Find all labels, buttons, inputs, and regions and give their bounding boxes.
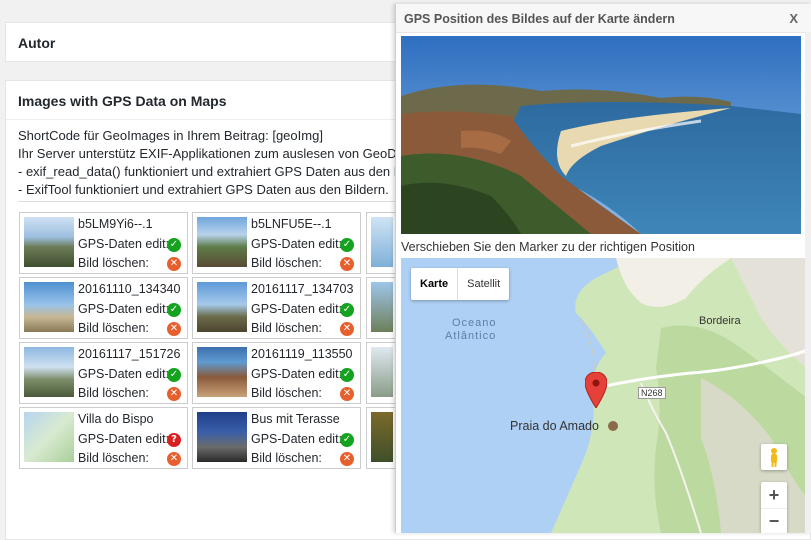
image-name: 20161117_151726	[78, 347, 181, 361]
image-tile-partial[interactable]	[366, 407, 396, 469]
image-tile[interactable]: 20161117_134703 GPS-Daten edit: ✓ Bild lösc…	[192, 277, 361, 339]
image-tile[interactable]: 20161117_151726 GPS-Daten edit: ✓ Bild lösc…	[19, 342, 188, 404]
image-name: Villa do Bispo	[78, 412, 154, 426]
image-tile[interactable]: b5LNFU5E--.1 GPS-Daten edit: ✓ Bild löschen…	[192, 212, 361, 274]
description-divider	[18, 201, 418, 202]
gps-ok-icon[interactable]: ✓	[167, 368, 181, 382]
gps-edit-label: GPS-Daten edit:	[251, 237, 343, 251]
road-label: N268	[638, 387, 666, 399]
dialog-hint: Verschieben Sie den Marker zu der richti…	[401, 240, 695, 254]
image-name: 20161110_134340	[78, 282, 181, 296]
delete-image-label: Bild löschen:	[78, 321, 149, 335]
image-thumbnail[interactable]	[24, 412, 74, 462]
delete-icon[interactable]: ✕	[167, 452, 181, 466]
image-tile[interactable]: Villa do Bispo GPS-Daten edit:? Bild lösch…	[19, 407, 188, 469]
ocean-label: Atlântico	[445, 330, 497, 342]
image-thumbnail[interactable]	[197, 412, 247, 462]
image-name: 20161117_134703	[251, 282, 354, 296]
place-label: Praia do Amado	[510, 419, 599, 433]
delete-image-label: Bild löschen:	[251, 451, 322, 465]
image-preview	[401, 36, 801, 234]
town-label: Bordeira	[699, 315, 741, 327]
gps-ok-icon[interactable]: ✓	[340, 433, 354, 447]
gps-edit-label: GPS-Daten edit:	[78, 432, 170, 446]
gps-edit-label: GPS-Daten edit:	[78, 302, 170, 316]
panel-description: ShortCode für GeoImages in Ihrem Beitrag…	[18, 127, 404, 199]
map-view[interactable]: Karte Satellit Oceano Atlântico Bordeira…	[401, 258, 807, 533]
image-tile[interactable]: 20161110_134340 GPS-Daten edit: ✓ Bild lösc…	[19, 277, 188, 339]
image-tile[interactable]: Bus mit Terasse GPS-Daten edit: ✓ Bild lösc…	[192, 407, 361, 469]
delete-image-label: Bild löschen:	[78, 386, 149, 400]
image-thumbnail[interactable]	[24, 282, 74, 332]
gps-edit-label: GPS-Daten edit:	[251, 367, 343, 381]
gps-ok-icon[interactable]: ✓	[167, 238, 181, 252]
gps-edit-label: GPS-Daten edit:	[78, 367, 170, 381]
map-type-satellit-button[interactable]: Satellit	[458, 268, 509, 300]
ocean-label: Oceano	[452, 317, 497, 329]
image-name: b5LM9Yi6--.1	[78, 217, 153, 231]
gps-edit-label: GPS-Daten edit:	[251, 432, 343, 446]
gps-edit-label: GPS-Daten edit:	[251, 302, 343, 316]
image-thumbnail[interactable]	[197, 217, 247, 267]
delete-icon[interactable]: ✕	[340, 257, 354, 271]
delete-image-label: Bild löschen:	[251, 321, 322, 335]
description-line: ShortCode für GeoImages in Ihrem Beitrag…	[18, 128, 323, 143]
close-button[interactable]: X	[789, 11, 798, 26]
description-line: - ExifTool funktioniert und extrahiert G…	[18, 182, 389, 197]
gps-ok-icon[interactable]: ✓	[340, 303, 354, 317]
map-type-control: Karte Satellit	[411, 268, 510, 300]
delete-icon[interactable]: ✕	[167, 257, 181, 271]
image-tile-partial[interactable]	[366, 277, 396, 339]
delete-image-label: Bild löschen:	[78, 451, 149, 465]
gps-ok-icon[interactable]: ✓	[340, 368, 354, 382]
image-thumbnail[interactable]	[24, 217, 74, 267]
delete-icon[interactable]: ✕	[340, 452, 354, 466]
delete-icon[interactable]: ✕	[340, 322, 354, 336]
image-thumbnail[interactable]	[24, 347, 74, 397]
image-name: 20161119_113550	[251, 347, 353, 361]
zoom-out-button[interactable]: −	[761, 509, 787, 533]
image-thumbnail[interactable]	[197, 347, 247, 397]
poi-icon	[608, 421, 618, 431]
autor-title: Autor	[18, 35, 56, 51]
image-tile-partial[interactable]	[366, 342, 396, 404]
image-thumbnail[interactable]	[197, 282, 247, 332]
delete-image-label: Bild löschen:	[251, 386, 322, 400]
dialog-title: GPS Position des Bildes auf der Karte än…	[404, 12, 675, 26]
image-tile[interactable]: 20161119_113550 GPS-Daten edit: ✓ Bild lösc…	[192, 342, 361, 404]
image-name: b5LNFU5E--.1	[251, 217, 332, 231]
delete-icon[interactable]: ✕	[167, 322, 181, 336]
gps-missing-icon[interactable]: ?	[167, 433, 181, 447]
image-tile-partial[interactable]	[366, 212, 396, 274]
delete-image-label: Bild löschen:	[78, 256, 149, 270]
images-panel-title: Images with GPS Data on Maps	[18, 93, 227, 109]
gps-edit-label: GPS-Daten edit:	[78, 237, 170, 251]
gps-position-dialog: GPS Position des Bildes auf der Karte än…	[395, 4, 811, 533]
dialog-scrollbar[interactable]	[805, 32, 811, 533]
zoom-control: + −	[761, 482, 787, 533]
delete-icon[interactable]: ✕	[167, 387, 181, 401]
image-tile[interactable]: b5LM9Yi6--.1 GPS-Daten edit: ✓ Bild löschen…	[19, 212, 188, 274]
zoom-in-button[interactable]: +	[761, 482, 787, 509]
delete-icon[interactable]: ✕	[340, 387, 354, 401]
image-name: Bus mit Terasse	[251, 412, 340, 426]
delete-image-label: Bild löschen:	[251, 256, 322, 270]
description-line: Ihr Server unterstütz EXIF-Applikationen…	[18, 146, 404, 161]
gps-ok-icon[interactable]: ✓	[340, 238, 354, 252]
map-type-karte-button[interactable]: Karte	[411, 268, 459, 300]
description-line: - exif_read_data() funktioniert und extr…	[18, 164, 403, 179]
street-view-pegman-icon[interactable]	[761, 444, 787, 470]
gps-ok-icon[interactable]: ✓	[167, 303, 181, 317]
location-marker-icon[interactable]	[585, 372, 607, 408]
